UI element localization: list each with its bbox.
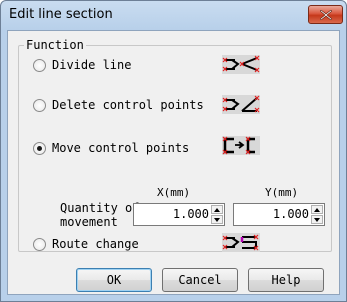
- window-title: Edit line section: [9, 7, 113, 22]
- x-unit-label: X(mm): [157, 186, 191, 199]
- y-movement-spinbox[interactable]: 1.000: [233, 203, 325, 226]
- ok-button[interactable]: OK: [76, 268, 152, 292]
- route-change-icon: [222, 233, 260, 252]
- y-unit-label: Y(mm): [265, 186, 299, 199]
- movement-label: Quantity of movement: [60, 201, 140, 229]
- close-button[interactable]: [308, 5, 343, 24]
- radio-label: Route change: [52, 237, 139, 251]
- title-bar[interactable]: Edit line section: [1, 1, 346, 30]
- radio-button-checked[interactable]: [33, 141, 46, 155]
- spin-down-icon[interactable]: [211, 215, 223, 224]
- radio-divide-line[interactable]: Divide line: [33, 57, 131, 73]
- spin-buttons[interactable]: [211, 205, 223, 224]
- x-movement-value[interactable]: 1.000: [173, 207, 209, 221]
- help-button[interactable]: Help: [248, 268, 324, 292]
- radio-route-change[interactable]: Route change: [33, 236, 139, 252]
- radio-label: Delete control points: [52, 98, 204, 112]
- move-control-points-icon: [222, 136, 260, 155]
- radio-button[interactable]: [33, 237, 46, 251]
- radio-button[interactable]: [33, 58, 46, 72]
- spin-up-icon[interactable]: [211, 205, 223, 214]
- spin-up-icon[interactable]: [311, 205, 323, 214]
- group-title: Function: [24, 38, 86, 52]
- x-movement-spinbox[interactable]: 1.000: [133, 203, 225, 226]
- spin-down-icon[interactable]: [311, 215, 323, 224]
- radio-delete-control-points[interactable]: Delete control points: [33, 97, 204, 113]
- radio-move-control-points[interactable]: Move control points: [33, 140, 189, 156]
- divide-line-icon: [222, 55, 260, 74]
- spin-buttons[interactable]: [311, 205, 323, 224]
- dialog-content: Function Divide line Delete control poin…: [7, 30, 340, 295]
- close-icon: [320, 10, 332, 20]
- delete-control-points-icon: [222, 95, 260, 114]
- radio-label: Move control points: [52, 141, 190, 155]
- dialog-window: Edit line section Function Divide line D…: [0, 0, 347, 302]
- function-group: Function Divide line Delete control poin…: [18, 38, 332, 252]
- radio-label: Divide line: [52, 58, 132, 72]
- y-movement-value[interactable]: 1.000: [273, 207, 309, 221]
- cancel-button[interactable]: Cancel: [162, 268, 238, 292]
- radio-button[interactable]: [33, 98, 46, 112]
